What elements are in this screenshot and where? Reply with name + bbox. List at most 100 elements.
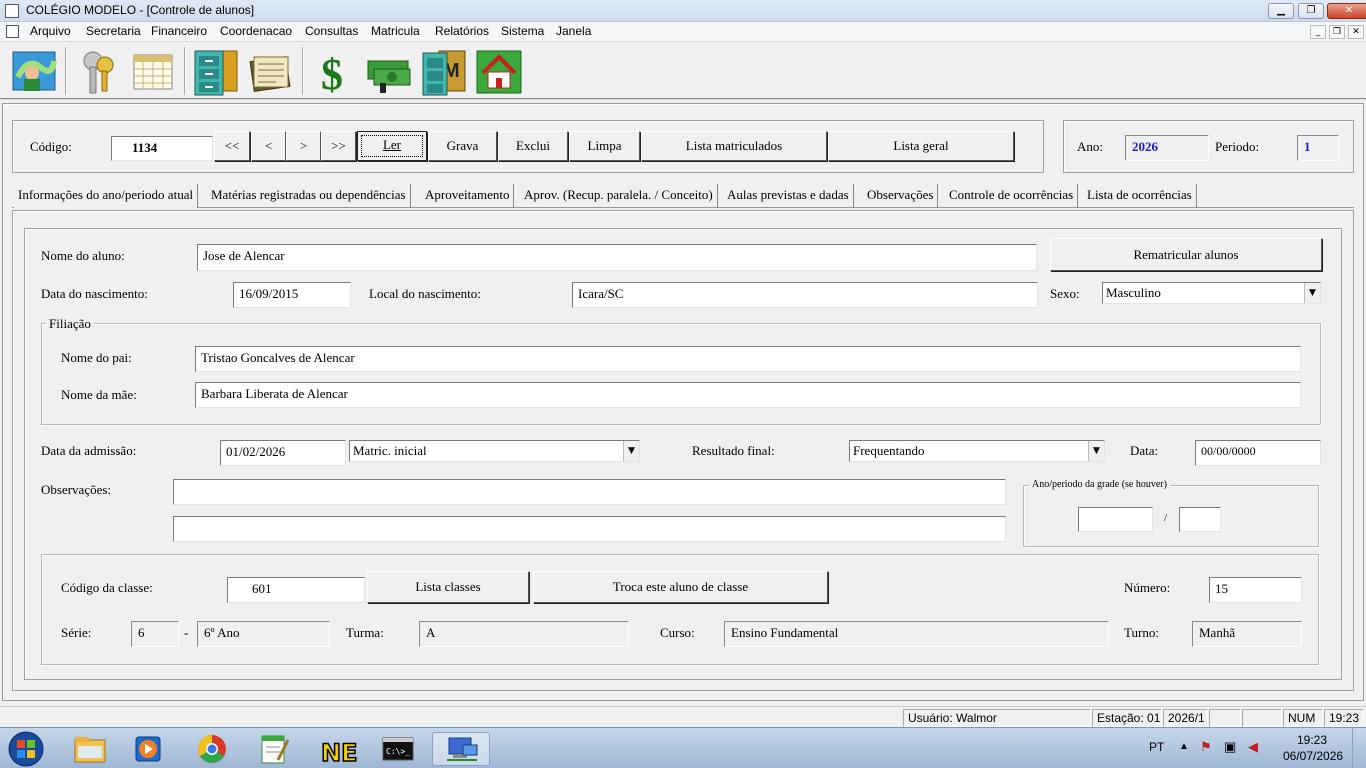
notepad-icon[interactable]: [248, 732, 300, 766]
sexo-label: Sexo:: [1050, 286, 1080, 301]
toolbar-separator: [65, 47, 67, 95]
show-desktop-button[interactable]: [1352, 728, 1366, 768]
grade-groupbox: [1023, 485, 1319, 547]
window-title: COLÉGIO MODELO - [Controle de alunos]: [26, 3, 255, 17]
observacoes-input-1[interactable]: [173, 479, 1006, 505]
mdi-close-button[interactable]: ✕: [1348, 25, 1364, 39]
status-bar: Usuário: Walmor Estação: 01 2026/1 NUM 1…: [0, 706, 1366, 727]
turno-value: Manhã: [1192, 621, 1302, 647]
ano-label: Ano:: [1077, 139, 1103, 154]
troca-classe-button[interactable]: Troca este aluno de classe: [533, 571, 828, 603]
local-nascimento-input[interactable]: Icara/SC: [572, 282, 1038, 308]
toolbar-separator: [184, 47, 186, 95]
minimize-button[interactable]: ▁: [1268, 3, 1294, 19]
local-nascimento-label: Local do nascimento:: [369, 286, 481, 301]
filiacao-title: Filiação: [46, 316, 94, 332]
grade-ano-input[interactable]: [1078, 507, 1153, 532]
rematricular-button[interactable]: Rematricular alunos: [1050, 238, 1322, 271]
mdi-minimize-button[interactable]: _: [1310, 25, 1326, 39]
clock-date[interactable]: 06/07/2026: [1283, 749, 1343, 763]
chrome-icon[interactable]: [186, 732, 238, 766]
tab-informacoes[interactable]: Informações do ano/periodo atual: [14, 184, 199, 208]
close-button[interactable]: ✕: [1327, 3, 1366, 19]
students-map-icon[interactable]: [10, 47, 60, 97]
calendar-icon[interactable]: [128, 47, 178, 97]
network-app-icon[interactable]: [432, 732, 490, 766]
data-input[interactable]: 00/00/0000: [1195, 440, 1321, 466]
keys-icon[interactable]: [73, 47, 123, 97]
nascimento-input[interactable]: 16/09/2015: [233, 282, 351, 308]
menu-consultas[interactable]: Consultas: [305, 24, 358, 38]
resultado-select[interactable]: Frequentando ▼: [849, 440, 1105, 462]
money-cash-icon[interactable]: [364, 47, 414, 97]
first-record-button[interactable]: <<: [214, 131, 250, 161]
explorer-icon[interactable]: [64, 732, 116, 766]
admissao-input[interactable]: 01/02/2026: [220, 440, 346, 466]
mdi-doc-icon[interactable]: [6, 25, 19, 38]
network-icon[interactable]: ▣: [1224, 739, 1236, 755]
sexo-select[interactable]: Masculino ▼: [1102, 282, 1321, 304]
start-button[interactable]: [6, 730, 46, 768]
volume-muted-icon[interactable]: ◀: [1248, 739, 1258, 755]
nome-aluno-input[interactable]: Jose de Alencar: [197, 244, 1037, 271]
tab-materias[interactable]: Matérias registradas ou dependências: [207, 184, 411, 208]
next-record-button[interactable]: >: [286, 131, 321, 161]
numero-label: Número:: [1124, 580, 1171, 595]
tab-observacoes[interactable]: Observações: [863, 184, 939, 208]
grade-title: Ano/periodo da grade (se houver): [1029, 479, 1170, 490]
codigo-input[interactable]: 1134: [111, 136, 213, 161]
mdi-restore-button[interactable]: ❐: [1329, 25, 1345, 39]
chevron-down-icon[interactable]: ▼: [1088, 441, 1104, 461]
lista-classes-button[interactable]: Lista classes: [367, 571, 529, 603]
chevron-down-icon[interactable]: ▼: [623, 441, 639, 461]
svg-text:NE: NE: [321, 739, 357, 766]
lista-matriculados-button[interactable]: Lista matriculados: [641, 131, 827, 161]
menu-relatorios[interactable]: Relatórios: [435, 24, 489, 38]
file-cabinet-icon[interactable]: [191, 47, 241, 97]
menu-sistema[interactable]: Sistema: [501, 24, 544, 38]
clock-time[interactable]: 19:23: [1297, 733, 1327, 747]
exclui-button[interactable]: Exclui: [498, 131, 568, 161]
tab-controle-ocorrencias[interactable]: Controle de ocorrências: [945, 184, 1079, 208]
matric-select[interactable]: Matric. inicial ▼: [349, 440, 640, 462]
media-player-icon[interactable]: [122, 732, 174, 766]
menu-matricula[interactable]: Matricula: [371, 24, 420, 38]
flag-icon[interactable]: ⚑: [1200, 739, 1212, 755]
documents-icon[interactable]: [246, 47, 296, 97]
language-indicator[interactable]: PT: [1149, 740, 1164, 754]
cabinet-m-icon[interactable]: M: [419, 47, 469, 97]
home-icon[interactable]: [475, 47, 525, 97]
grava-button[interactable]: Grava: [428, 131, 497, 161]
show-hidden-icons-icon[interactable]: ▲: [1179, 741, 1189, 752]
menu-financeiro[interactable]: Financeiro: [151, 24, 207, 38]
tab-aulas[interactable]: Aulas previstas e dadas: [723, 184, 854, 208]
sexo-value: Masculino: [1106, 285, 1161, 300]
ler-button[interactable]: Ler: [357, 131, 427, 161]
dollar-icon[interactable]: $: [310, 47, 360, 99]
console-icon[interactable]: C:\>_: [372, 732, 424, 766]
numero-input[interactable]: 15: [1209, 577, 1302, 603]
tab-lista-ocorrencias[interactable]: Lista de ocorrências: [1083, 184, 1197, 208]
last-record-button[interactable]: >>: [321, 131, 356, 161]
menu-coordenacao[interactable]: Coordenacao: [220, 24, 292, 38]
limpa-button[interactable]: Limpa: [569, 131, 640, 161]
observacoes-input-2[interactable]: [173, 516, 1006, 542]
prev-record-button[interactable]: <: [251, 131, 286, 161]
grade-periodo-input[interactable]: [1179, 507, 1221, 532]
ne-app-icon[interactable]: NE: [310, 732, 362, 768]
lista-geral-button[interactable]: Lista geral: [828, 131, 1014, 161]
tab-aproveitamento[interactable]: Aproveitamento: [421, 184, 515, 208]
menu-secretaria[interactable]: Secretaria: [86, 24, 141, 38]
menu-janela[interactable]: Janela: [556, 24, 591, 38]
status-empty-2: [1242, 709, 1282, 727]
tab-aprov-recup[interactable]: Aprov. (Recup. paralela. / Conceito): [520, 184, 718, 208]
pai-input[interactable]: Tristao Goncalves de Alencar: [195, 346, 1301, 372]
menu-arquivo[interactable]: Arquivo: [30, 24, 71, 38]
chevron-down-icon[interactable]: ▼: [1304, 283, 1320, 303]
curso-value: Ensino Fundamental: [724, 621, 1109, 647]
maximize-button[interactable]: ❐: [1298, 3, 1324, 19]
app-icon[interactable]: [5, 4, 19, 18]
mae-input[interactable]: Barbara Liberata de Alencar: [195, 382, 1301, 408]
codigo-classe-input[interactable]: 601: [227, 577, 365, 603]
serie-value: 6: [131, 621, 179, 647]
